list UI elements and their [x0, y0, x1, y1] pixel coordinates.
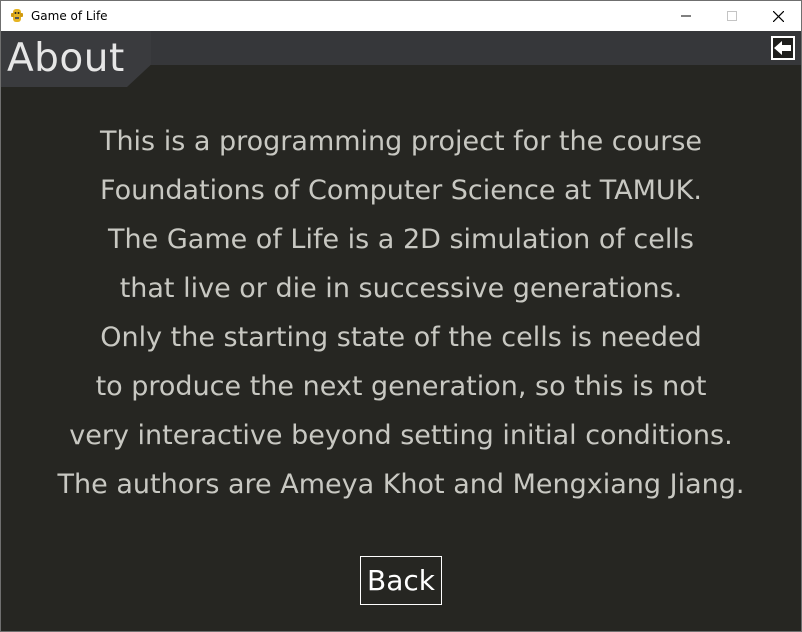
page-title: About — [7, 36, 125, 81]
about-line: The authors are Ameya Khot and Mengxiang… — [57, 469, 745, 500]
header-back-button[interactable] — [771, 36, 795, 60]
title-bar[interactable]: Game of Life — [1, 1, 801, 31]
app-window: Game of Life About This is a programming… — [0, 0, 802, 632]
arrow-left-icon — [774, 41, 791, 55]
minimize-icon — [681, 15, 691, 17]
window-title: Game of Life — [31, 9, 108, 23]
about-line: very interactive beyond setting initial … — [69, 420, 733, 451]
back-button[interactable]: Back — [360, 556, 442, 605]
maximize-icon — [727, 11, 737, 21]
about-line: that live or die in successive generatio… — [119, 273, 683, 304]
close-icon — [772, 10, 784, 22]
about-line: The Game of Life is a 2D simulation of c… — [108, 224, 694, 255]
minimize-button[interactable] — [663, 1, 709, 31]
maximize-button[interactable] — [709, 1, 755, 31]
close-button[interactable] — [755, 1, 801, 31]
about-line: This is a programming project for the co… — [99, 126, 703, 157]
about-line: Only the starting state of the cells is … — [100, 322, 702, 353]
about-line: to produce the next generation, so this … — [95, 371, 707, 402]
about-text: This is a programming project for the co… — [1, 117, 801, 509]
pygame-snake-icon — [9, 8, 25, 24]
about-line: Foundations of Computer Science at TAMUK… — [100, 175, 702, 206]
